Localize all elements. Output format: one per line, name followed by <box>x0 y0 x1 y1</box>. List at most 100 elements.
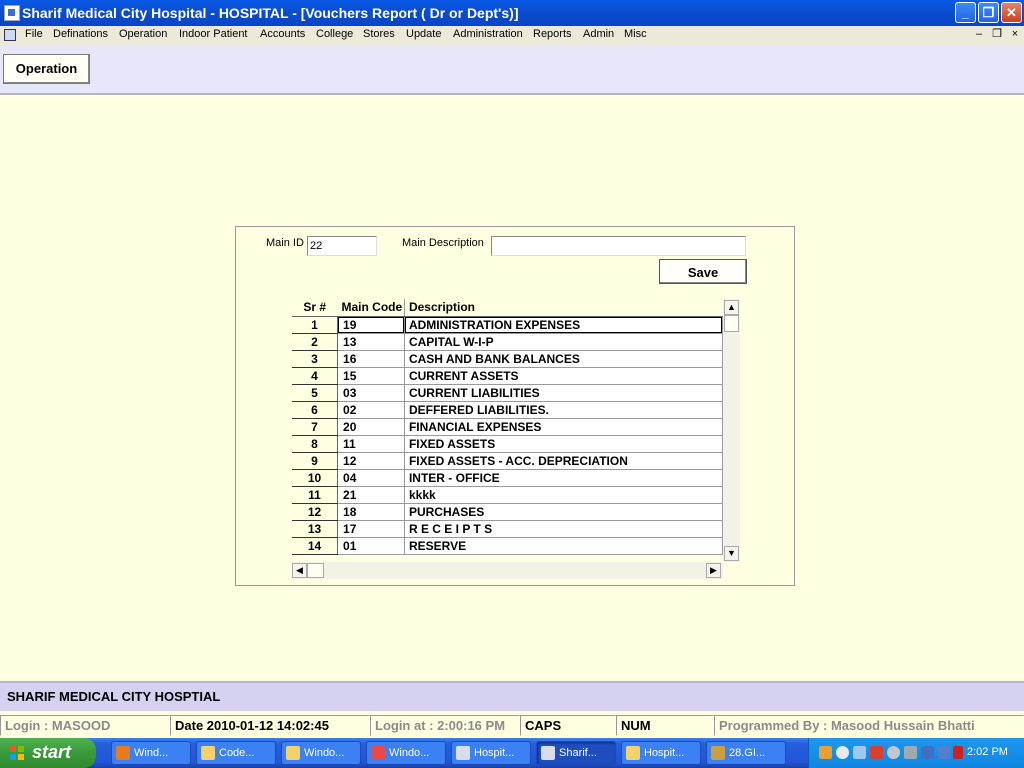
table-row[interactable]: 11 21 kkkk <box>292 486 723 504</box>
menu-reports[interactable]: Reports <box>533 28 572 40</box>
tray-security-icon[interactable] <box>870 746 883 759</box>
cell-description[interactable]: INTER - OFFICE <box>404 469 723 487</box>
folder-icon <box>626 746 640 760</box>
scroll-up-button[interactable]: ▲ <box>724 300 739 315</box>
cell-main-code[interactable]: 16 <box>337 350 405 368</box>
vertical-scroll-thumb[interactable] <box>724 315 739 332</box>
cell-main-code[interactable]: 15 <box>337 367 405 385</box>
menu-college[interactable]: College <box>316 28 353 40</box>
table-row[interactable]: 1 19 ADMINISTRATION EXPENSES <box>292 316 723 334</box>
tray-update-icon[interactable] <box>904 746 917 759</box>
scroll-left-button[interactable]: ◀ <box>292 563 307 578</box>
menu-file[interactable]: File <box>25 28 43 40</box>
cell-main-code[interactable]: 02 <box>337 401 405 419</box>
menu-update[interactable]: Update <box>406 28 441 40</box>
grid-horizontal-scrollbar[interactable]: ◀ ▶ <box>292 562 723 579</box>
cell-description[interactable]: PURCHASES <box>404 503 723 521</box>
cell-main-code[interactable]: 21 <box>337 486 405 504</box>
table-row[interactable]: 13 17 R E C E I P T S <box>292 520 723 538</box>
taskbar-item[interactable]: Hospit... <box>451 741 531 765</box>
vouchers-form-panel: Main ID Main Description Save Sr # Main … <box>235 226 795 586</box>
menu-misc[interactable]: Misc <box>624 28 647 40</box>
mdi-restore-button[interactable]: ❐ <box>990 28 1004 42</box>
cell-main-code[interactable]: 04 <box>337 469 405 487</box>
cell-main-code[interactable]: 19 <box>337 316 405 334</box>
cell-main-code[interactable]: 11 <box>337 435 405 453</box>
header-description[interactable]: Description <box>404 299 723 317</box>
menu-stores[interactable]: Stores <box>363 28 395 40</box>
grid-vertical-scrollbar[interactable]: ▲ ▼ <box>723 299 740 562</box>
taskbar-item[interactable]: Wind... <box>111 741 191 765</box>
menu-operation[interactable]: Operation <box>119 28 167 40</box>
cell-main-code[interactable]: 12 <box>337 452 405 470</box>
menu-accounts[interactable]: Accounts <box>260 28 305 40</box>
taskbar-item[interactable]: 28.GI... <box>706 741 786 765</box>
cell-description[interactable]: CURRENT ASSETS <box>404 367 723 385</box>
menu-administration[interactable]: Administration <box>453 28 523 40</box>
app-icon[interactable] <box>4 5 20 21</box>
start-button[interactable]: start <box>0 738 96 768</box>
tray-tools-icon[interactable] <box>819 746 832 759</box>
cell-description[interactable]: CAPITAL W-I-P <box>404 333 723 351</box>
scroll-down-button[interactable]: ▼ <box>724 546 739 561</box>
taskbar-item[interactable]: Code... <box>196 741 276 765</box>
cell-description[interactable]: DEFFERED LIABILITIES. <box>404 401 723 419</box>
table-row[interactable]: 6 02 DEFFERED LIABILITIES. <box>292 401 723 419</box>
cell-main-code[interactable]: 20 <box>337 418 405 436</box>
mdi-minimize-button[interactable]: – <box>972 28 986 42</box>
tray-messenger-icon[interactable] <box>887 746 900 759</box>
table-row[interactable]: 4 15 CURRENT ASSETS <box>292 367 723 385</box>
menu-definations[interactable]: Definations <box>53 28 108 40</box>
table-row[interactable]: 5 03 CURRENT LIABILITIES <box>292 384 723 402</box>
restore-button[interactable]: ❐ <box>978 2 999 23</box>
table-row[interactable]: 2 13 CAPITAL W-I-P <box>292 333 723 351</box>
tray-device-icon[interactable] <box>938 746 951 759</box>
main-description-label: Main Description <box>402 237 484 249</box>
cell-description[interactable]: kkkk <box>404 486 723 504</box>
cell-description[interactable]: FIXED ASSETS - ACC. DEPRECIATION <box>404 452 723 470</box>
cell-description[interactable]: FINANCIAL EXPENSES <box>404 418 723 436</box>
cell-description[interactable]: CURRENT LIABILITIES <box>404 384 723 402</box>
tray-display-icon[interactable] <box>921 746 934 759</box>
main-id-input[interactable] <box>307 236 377 256</box>
horizontal-scroll-thumb[interactable] <box>307 563 324 578</box>
cell-main-code[interactable]: 17 <box>337 520 405 538</box>
taskbar-item[interactable]: Windo... <box>281 741 361 765</box>
accounts-grid[interactable]: Sr # Main Code Description 1 19 ADMINISTRA… <box>292 299 740 583</box>
table-row[interactable]: 3 16 CASH AND BANK BALANCES <box>292 350 723 368</box>
table-row[interactable]: 9 12 FIXED ASSETS - ACC. DEPRECIATION <box>292 452 723 470</box>
taskbar-item[interactable]: Hospit... <box>621 741 701 765</box>
cell-main-code[interactable]: 13 <box>337 333 405 351</box>
tray-shield-icon[interactable] <box>953 746 963 759</box>
taskbar-item-active[interactable]: Sharif... <box>536 741 616 765</box>
tray-volume-icon[interactable] <box>836 746 849 759</box>
menu-admin[interactable]: Admin <box>583 28 614 40</box>
taskbar-item[interactable]: Windo... <box>366 741 446 765</box>
table-row[interactable]: 8 11 FIXED ASSETS <box>292 435 723 453</box>
operation-button[interactable]: Operation <box>3 54 90 84</box>
cell-main-code[interactable]: 03 <box>337 384 405 402</box>
main-description-input[interactable] <box>491 236 746 256</box>
table-row[interactable]: 14 01 RESERVE <box>292 537 723 555</box>
table-row[interactable]: 10 04 INTER - OFFICE <box>292 469 723 487</box>
minimize-button[interactable]: _ <box>955 2 976 23</box>
mdi-child-icon[interactable] <box>4 29 16 41</box>
menu-indoor-patient[interactable]: Indoor Patient <box>179 28 248 40</box>
cell-main-code[interactable]: 01 <box>337 537 405 555</box>
tray-network-icon[interactable] <box>853 746 866 759</box>
header-main-code[interactable]: Main Code <box>337 299 405 317</box>
scroll-right-button[interactable]: ▶ <box>706 563 721 578</box>
close-button[interactable]: ✕ <box>1001 2 1022 23</box>
cell-main-code[interactable]: 18 <box>337 503 405 521</box>
table-row[interactable]: 12 18 PURCHASES <box>292 503 723 521</box>
table-row[interactable]: 7 20 FINANCIAL EXPENSES <box>292 418 723 436</box>
cell-description[interactable]: FIXED ASSETS <box>404 435 723 453</box>
mdi-close-button[interactable]: × <box>1008 28 1022 42</box>
clock[interactable]: 2:02 PM <box>967 746 1008 758</box>
cell-description[interactable]: RESERVE <box>404 537 723 555</box>
cell-description[interactable]: R E C E I P T S <box>404 520 723 538</box>
cell-description[interactable]: ADMINISTRATION EXPENSES <box>404 316 723 334</box>
cell-description[interactable]: CASH AND BANK BALANCES <box>404 350 723 368</box>
header-sr[interactable]: Sr # <box>292 299 338 317</box>
save-button[interactable]: Save <box>659 259 747 284</box>
